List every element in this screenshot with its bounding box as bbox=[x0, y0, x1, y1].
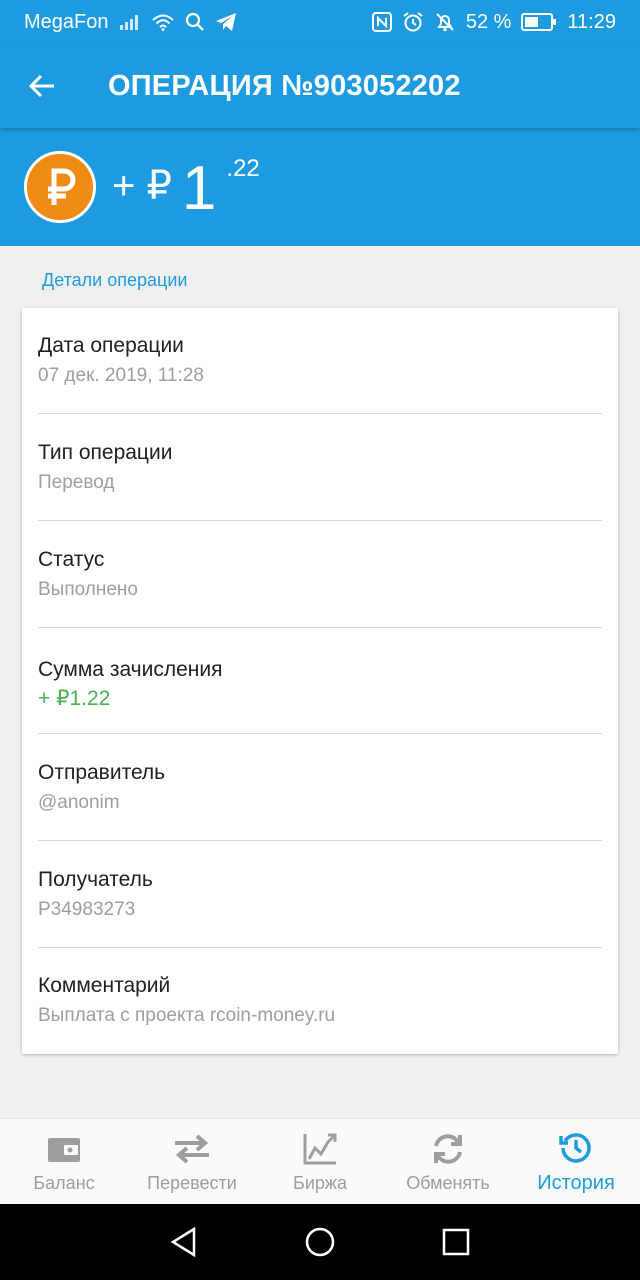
detail-row-comment: Комментарий Выплата с проекта rcoin-mone… bbox=[38, 948, 602, 1054]
carrier-label: MegaFon bbox=[24, 10, 109, 33]
details-card: Дата операции 07 дек. 2019, 11:28 Тип оп… bbox=[22, 308, 618, 1054]
status-bar: MegaFon 52 % 11:29 bbox=[0, 0, 640, 44]
page-title: ОПЕРАЦИЯ №903052202 bbox=[108, 69, 461, 102]
mute-bell-icon bbox=[434, 11, 456, 33]
transfer-arrows-icon bbox=[172, 1131, 212, 1167]
bottom-navigation: Баланс Перевести Биржа Обменять История bbox=[0, 1118, 640, 1205]
detail-value-positive: + ₽1.22 bbox=[38, 687, 111, 710]
detail-row-type: Тип операции Перевод bbox=[38, 415, 602, 521]
detail-row-recipient: Получатель P34983273 bbox=[38, 842, 602, 948]
detail-label: Тип операции bbox=[38, 441, 173, 464]
clock-time: 11:29 bbox=[567, 10, 616, 33]
detail-value: Выплата с проекта rcoin-money.ru bbox=[38, 1005, 336, 1026]
nav-label: История bbox=[537, 1171, 615, 1194]
detail-label: Получатель bbox=[38, 868, 153, 891]
signal-icon bbox=[119, 13, 141, 31]
detail-row-credit-amount: Сумма зачисления + ₽1.22 bbox=[38, 628, 602, 734]
square-recents-icon bbox=[442, 1228, 470, 1256]
nav-item-transfer[interactable]: Перевести bbox=[128, 1119, 256, 1205]
amount-sign: + ₽ bbox=[112, 163, 172, 208]
detail-label: Отправитель bbox=[38, 761, 166, 784]
chart-icon bbox=[300, 1131, 340, 1167]
detail-row-status: Статус Выполнено bbox=[38, 522, 602, 628]
nav-label: Баланс bbox=[33, 1172, 95, 1193]
system-recents-button[interactable] bbox=[436, 1222, 476, 1262]
amount-integer: 1 bbox=[181, 153, 217, 223]
telegram-icon bbox=[215, 12, 237, 32]
alarm-icon bbox=[402, 11, 424, 33]
battery-percent: 52 % bbox=[465, 10, 512, 33]
detail-label: Комментарий bbox=[38, 974, 171, 997]
nav-label: Перевести bbox=[147, 1172, 237, 1193]
nav-label: Обменять bbox=[406, 1172, 490, 1193]
circle-home-icon bbox=[305, 1227, 335, 1257]
nav-item-swap[interactable]: Обменять bbox=[384, 1119, 512, 1205]
amount-cents: .22 bbox=[226, 154, 260, 182]
detail-row-date: Дата операции 07 дек. 2019, 11:28 bbox=[38, 308, 602, 414]
amount-display: + ₽1 .22 bbox=[112, 155, 260, 220]
arrow-left-icon bbox=[28, 74, 54, 98]
nav-item-balance[interactable]: Баланс bbox=[0, 1119, 128, 1205]
back-button[interactable] bbox=[0, 44, 84, 128]
system-navigation-bar bbox=[0, 1204, 640, 1280]
detail-label: Статус bbox=[38, 548, 105, 571]
detail-value: @anonim bbox=[38, 792, 120, 813]
battery-icon bbox=[521, 13, 557, 31]
detail-label: Дата операции bbox=[38, 334, 184, 357]
system-home-button[interactable] bbox=[300, 1222, 340, 1262]
detail-value: Выполнено bbox=[38, 579, 138, 600]
wallet-icon bbox=[44, 1131, 84, 1167]
app-bar: ОПЕРАЦИЯ №903052202 bbox=[0, 44, 640, 128]
history-icon bbox=[556, 1130, 596, 1166]
detail-value: 07 дек. 2019, 11:28 bbox=[38, 365, 204, 386]
detail-value: Перевод bbox=[38, 472, 115, 493]
nav-label: Биржа bbox=[293, 1172, 347, 1193]
nfc-icon bbox=[371, 12, 392, 32]
nav-item-exchange-market[interactable]: Биржа bbox=[256, 1119, 384, 1205]
amount-header: + ₽1 .22 bbox=[0, 128, 640, 246]
wifi-icon bbox=[151, 13, 175, 31]
detail-value: P34983273 bbox=[38, 899, 136, 920]
exchange-refresh-icon bbox=[428, 1131, 468, 1167]
detail-label: Сумма зачисления bbox=[38, 658, 223, 681]
ruble-coin-icon bbox=[24, 151, 96, 223]
nav-item-history[interactable]: История bbox=[512, 1119, 640, 1205]
search-icon bbox=[185, 12, 205, 32]
section-label: Детали операции bbox=[42, 270, 188, 290]
triangle-back-icon bbox=[170, 1226, 196, 1258]
system-back-button[interactable] bbox=[164, 1222, 204, 1262]
detail-row-sender: Отправитель @anonim bbox=[38, 735, 602, 841]
